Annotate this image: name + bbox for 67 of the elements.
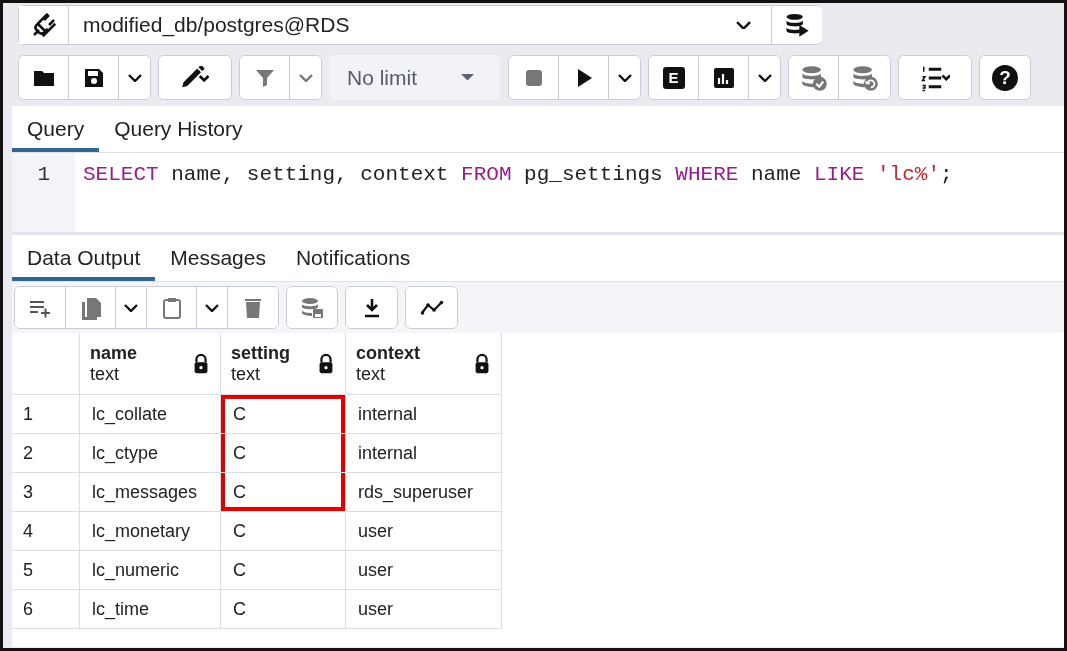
row-number: 3	[12, 473, 80, 512]
explain-button[interactable]: E	[649, 56, 699, 99]
caret-icon	[757, 73, 772, 82]
new-connection-button[interactable]	[772, 5, 822, 45]
edit-button[interactable]	[159, 56, 231, 99]
caret-icon	[205, 303, 219, 312]
table-cell: C	[221, 551, 346, 590]
column-type: text	[90, 363, 120, 385]
table-cell: rds_superuser	[346, 473, 502, 512]
column-header[interactable]: name text	[80, 333, 221, 395]
caret-icon	[735, 20, 751, 30]
row-number: 6	[12, 590, 80, 629]
table-cell: lc_ctype	[80, 434, 221, 473]
dropdown-arrow-icon	[461, 74, 474, 81]
database-save-icon	[300, 295, 324, 320]
table-cell: user	[346, 590, 502, 629]
open-file-button[interactable]	[19, 56, 69, 99]
database-undo-icon	[850, 63, 879, 92]
table-cell: C	[221, 590, 346, 629]
add-row-button[interactable]	[15, 287, 66, 328]
caret-icon	[127, 73, 142, 82]
table-cell: C	[221, 512, 346, 551]
table-cell: internal	[346, 395, 502, 434]
row-number: 4	[12, 512, 80, 551]
column-type: text	[356, 363, 386, 385]
database-check-icon	[799, 63, 828, 92]
column-type: text	[231, 363, 261, 385]
table-cell: C	[221, 434, 346, 473]
commit-button[interactable]	[789, 56, 839, 99]
sql-code: SELECT name, setting, context FROM pg_settings WHERE name LIKE 'lc%';	[82, 162, 953, 186]
caret-icon	[124, 303, 138, 312]
filter-button[interactable]	[240, 56, 290, 99]
column-name: name	[90, 342, 138, 364]
table-cell: lc_monetary	[80, 512, 221, 551]
tab[interactable]: Query History	[99, 106, 258, 152]
table-cell: user	[346, 551, 502, 590]
caret-icon	[617, 73, 632, 82]
line-number: 1	[37, 162, 51, 186]
column-header[interactable]: setting text	[221, 333, 346, 395]
row-limit-dropdown[interactable]: No limit	[329, 55, 500, 100]
pencil-caret-icon	[180, 66, 210, 89]
macros-button[interactable]	[899, 56, 971, 99]
table-cell: lc_time	[80, 590, 221, 629]
save-data-button[interactable]	[287, 287, 337, 328]
table-cell: internal	[346, 434, 502, 473]
row-number: 2	[12, 434, 80, 473]
download-button[interactable]	[346, 287, 397, 328]
row-number: 1	[12, 395, 80, 434]
bar-chart-icon	[711, 65, 736, 90]
graph-button[interactable]	[406, 287, 457, 328]
column-name: setting	[231, 342, 290, 364]
table-cell: C	[221, 473, 346, 512]
caret-icon	[298, 73, 313, 82]
row-number: 5	[12, 551, 80, 590]
tab[interactable]: Messages	[155, 235, 281, 281]
table-cell: lc_numeric	[80, 551, 221, 590]
corner-cell	[12, 333, 80, 395]
column-header[interactable]: context text	[346, 333, 502, 395]
column-name: context	[356, 342, 420, 364]
help-button[interactable]: ?	[980, 56, 1030, 99]
table-cell: C	[221, 395, 346, 434]
connection-button[interactable]	[19, 6, 69, 44]
tab[interactable]: Notifications	[280, 235, 426, 281]
table-cell: lc_messages	[80, 473, 221, 512]
table-cell: lc_collate	[80, 395, 221, 434]
stop-button[interactable]	[509, 56, 559, 99]
table-cell: user	[346, 512, 502, 551]
